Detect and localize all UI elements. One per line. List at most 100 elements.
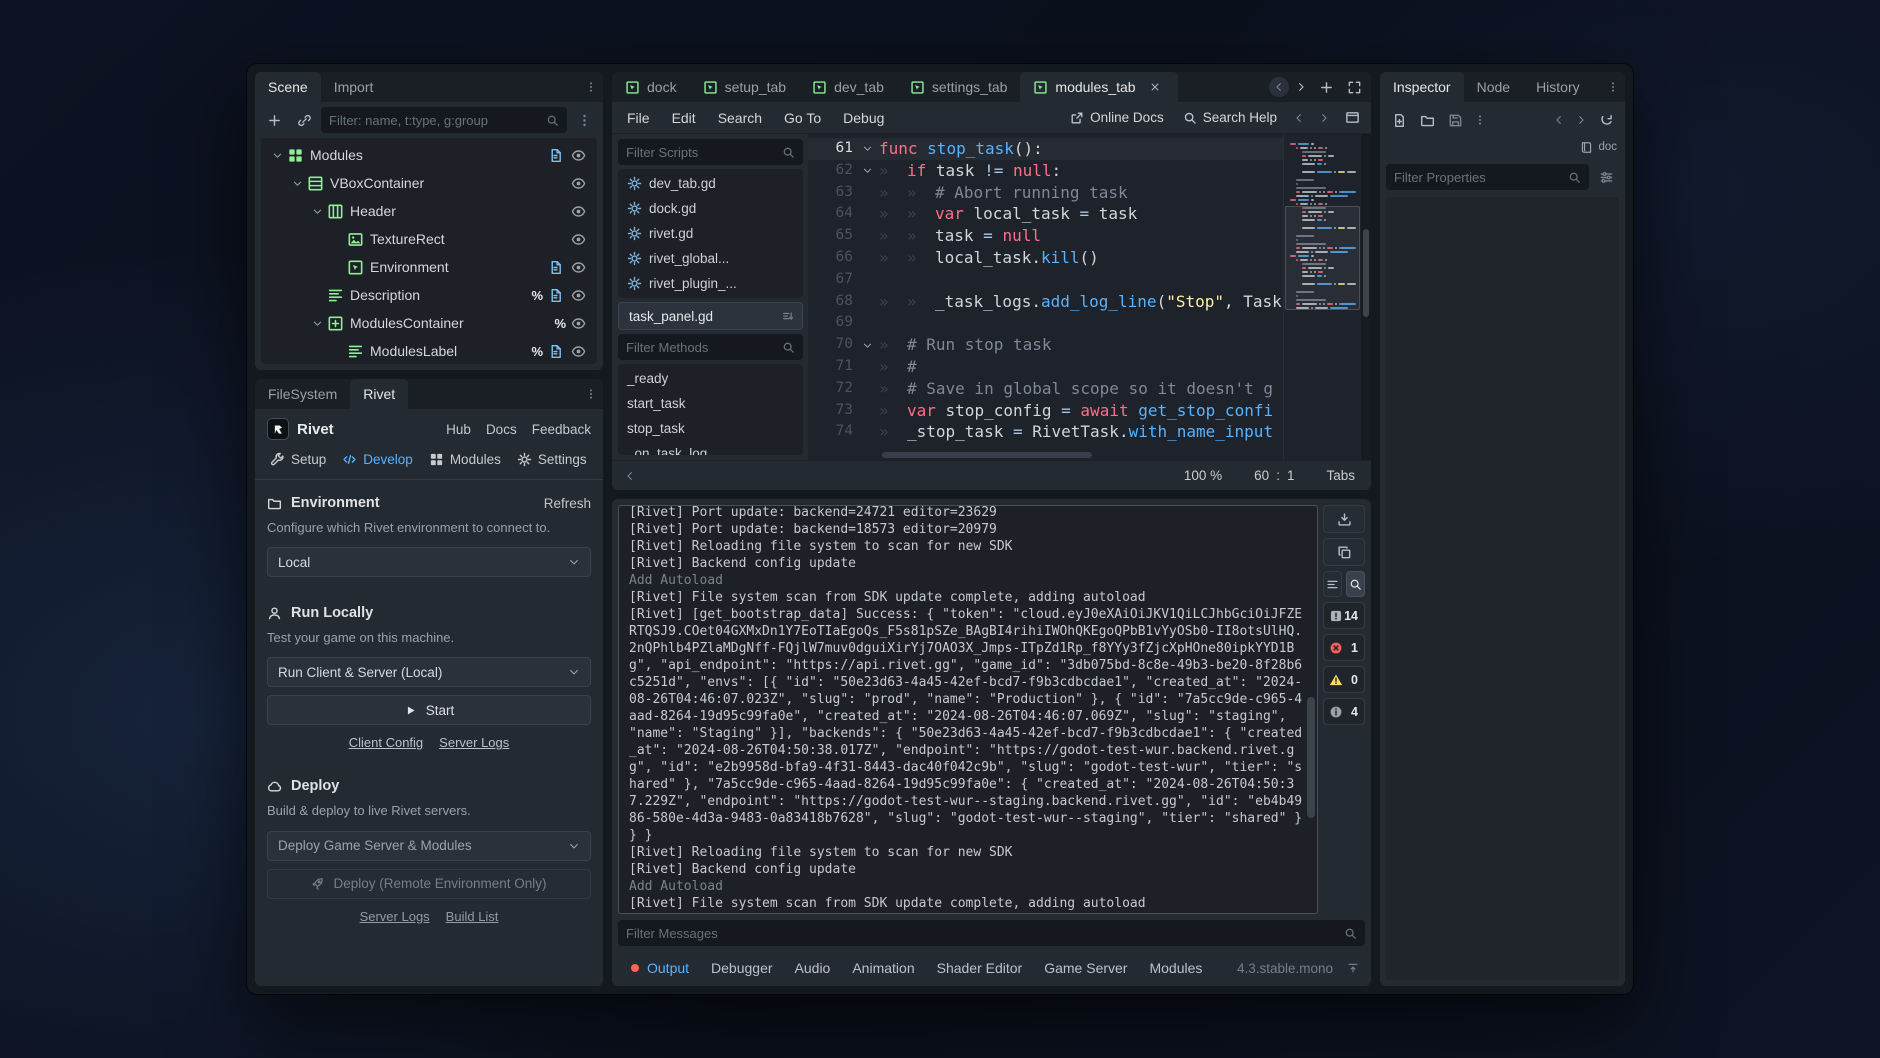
collapse-log-button[interactable]: [1323, 571, 1342, 597]
deploy-target-dropdown[interactable]: Deploy Game Server & Modules: [267, 831, 591, 861]
scene-tree-menu-button[interactable]: [571, 107, 597, 133]
scene-dock-menu-button[interactable]: [581, 77, 601, 97]
visibility-toggle[interactable]: [567, 312, 589, 334]
script-history-forward-button[interactable]: [1314, 108, 1334, 128]
scene-node-environment[interactable]: Environment: [263, 253, 595, 281]
visibility-toggle[interactable]: [567, 256, 589, 278]
script-item-dock-gd[interactable]: dock.gd: [618, 196, 803, 221]
rivet-nav-settings[interactable]: Settings: [512, 449, 592, 470]
rivet-nav-setup[interactable]: Setup: [265, 449, 331, 470]
bottom-panel-animation[interactable]: Animation: [841, 955, 925, 981]
save-resource-button[interactable]: [1442, 107, 1468, 133]
code-line-64[interactable]: 64»»var local_task = task: [808, 203, 1283, 225]
filter-debug-toggle[interactable]: 4: [1323, 698, 1365, 725]
unique-name-badge[interactable]: %: [531, 288, 543, 303]
inspector-tab-node[interactable]: Node: [1464, 72, 1523, 102]
scene-dock-tab-import[interactable]: Import: [321, 72, 387, 102]
code-line-73[interactable]: 73»var stop_config = await get_stop_conf…: [808, 400, 1283, 422]
expand-bottom-panel-button[interactable]: [1343, 958, 1363, 978]
code-line-66[interactable]: 66»»local_task.kill(): [808, 247, 1283, 269]
close-tab-button[interactable]: [1145, 77, 1165, 97]
collapse-arrow-icon[interactable]: [309, 203, 326, 220]
current-script-item[interactable]: task_panel.gd: [618, 302, 803, 330]
filter-errors-toggle[interactable]: 1: [1323, 634, 1365, 661]
prev-scene-tab-button[interactable]: [1269, 77, 1289, 97]
refresh-button[interactable]: Refresh: [544, 496, 591, 511]
code-minimap[interactable]: [1283, 134, 1361, 460]
new-scene-tab-button[interactable]: [1313, 74, 1339, 100]
online-docs-button[interactable]: Online Docs: [1063, 110, 1171, 125]
menu-search[interactable]: Search: [707, 110, 773, 126]
code-line-68[interactable]: 68»»_task_logs.add_log_line("Stop", Task…: [808, 291, 1283, 313]
scene-tab-dock[interactable]: dock: [612, 72, 690, 102]
link-server-logs[interactable]: Server Logs: [360, 909, 430, 924]
method-item-on-task-log[interactable]: _on_task_log: [618, 441, 803, 455]
filter-properties-input[interactable]: Filter Properties: [1386, 164, 1589, 190]
scene-node-texturerect[interactable]: TextureRect: [263, 225, 595, 253]
scene-node-moduleslabel[interactable]: ModulesLabel%: [263, 337, 595, 364]
scene-tab-modules-tab[interactable]: modules_tab: [1020, 72, 1177, 102]
link-server-logs[interactable]: Server Logs: [439, 735, 509, 750]
visibility-toggle[interactable]: [567, 172, 589, 194]
fold-arrow-icon[interactable]: [862, 340, 879, 351]
property-filter-options-button[interactable]: [1593, 164, 1619, 190]
scene-tab-settings-tab[interactable]: settings_tab: [897, 72, 1021, 102]
resource-options-button[interactable]: [1470, 110, 1490, 130]
visibility-toggle[interactable]: [567, 228, 589, 250]
indent-mode[interactable]: Tabs: [1326, 468, 1355, 483]
script-item-dev-tab-gd[interactable]: dev_tab.gd: [618, 171, 803, 196]
filter-scripts-input[interactable]: Filter Scripts: [618, 139, 803, 165]
collapse-arrow-icon[interactable]: [269, 147, 286, 164]
make-floating-button[interactable]: [1339, 105, 1365, 131]
code-line-71[interactable]: 71»#: [808, 356, 1283, 378]
zoom-level[interactable]: 100 %: [1184, 468, 1222, 483]
code-editor[interactable]: 61func stop_task():62»if task != null:63…: [808, 134, 1371, 460]
menu-debug[interactable]: Debug: [832, 110, 895, 126]
distraction-free-button[interactable]: [1341, 74, 1367, 100]
filter-warnings-toggle[interactable]: 0: [1323, 666, 1365, 693]
script-history-back-button[interactable]: [1289, 108, 1309, 128]
menu-edit[interactable]: Edit: [661, 110, 707, 126]
bottom-panel-game-server[interactable]: Game Server: [1033, 955, 1138, 981]
bottom-panel-debugger[interactable]: Debugger: [700, 955, 784, 981]
filter-messages-toggle[interactable]: 14: [1323, 602, 1365, 629]
left-dock-menu-button[interactable]: [581, 384, 601, 404]
new-resource-button[interactable]: [1386, 107, 1412, 133]
add-node-button[interactable]: [261, 107, 287, 133]
code-line-65[interactable]: 65»»task = null: [808, 225, 1283, 247]
scene-node-vboxcontainer[interactable]: VBoxContainer: [263, 169, 595, 197]
scroll-left-button[interactable]: [620, 466, 640, 486]
attached-script-button[interactable]: [544, 144, 566, 166]
attached-script-button[interactable]: [544, 284, 566, 306]
rivet-nav-develop[interactable]: Develop: [337, 449, 418, 470]
inspector-back-button[interactable]: [1549, 110, 1569, 130]
filter-methods-input[interactable]: Filter Methods: [618, 334, 803, 360]
unique-name-badge[interactable]: %: [531, 344, 543, 359]
sort-methods-button[interactable]: [778, 306, 798, 326]
script-item-rivet-global[interactable]: rivet_global...: [618, 246, 803, 271]
instance-scene-button[interactable]: [291, 107, 317, 133]
open-docs-button[interactable]: doc: [1580, 141, 1617, 154]
unique-name-badge[interactable]: %: [554, 316, 566, 331]
scene-tab-setup-tab[interactable]: setup_tab: [690, 72, 800, 102]
run-mode-dropdown[interactable]: Run Client & Server (Local): [267, 657, 591, 687]
bottom-panel-audio[interactable]: Audio: [784, 955, 842, 981]
inspector-tab-history[interactable]: History: [1523, 72, 1593, 102]
load-resource-button[interactable]: [1414, 107, 1440, 133]
filter-messages-input[interactable]: Filter Messages: [618, 920, 1365, 946]
method-item-ready[interactable]: _ready: [618, 366, 803, 391]
script-item-rivet-gd[interactable]: rivet.gd: [618, 221, 803, 246]
collapse-arrow-icon[interactable]: [309, 315, 326, 332]
search-log-button[interactable]: [1346, 571, 1365, 597]
code-line-69[interactable]: 69: [808, 312, 1283, 334]
code-line-62[interactable]: 62»if task != null:: [808, 160, 1283, 182]
fold-arrow-icon[interactable]: [862, 165, 879, 176]
search-help-button[interactable]: Search Help: [1176, 110, 1284, 125]
log-scrollbar[interactable]: [1307, 508, 1315, 911]
code-line-61[interactable]: 61func stop_task():: [808, 138, 1283, 160]
code-line-67[interactable]: 67: [808, 269, 1283, 291]
output-log[interactable]: [Rivet] Port update: backend=24721 edito…: [618, 505, 1318, 914]
method-item-start-task[interactable]: start_task: [618, 391, 803, 416]
scene-node-modules[interactable]: Modules: [263, 141, 595, 169]
code-line-63[interactable]: 63»»# Abort running task: [808, 182, 1283, 204]
